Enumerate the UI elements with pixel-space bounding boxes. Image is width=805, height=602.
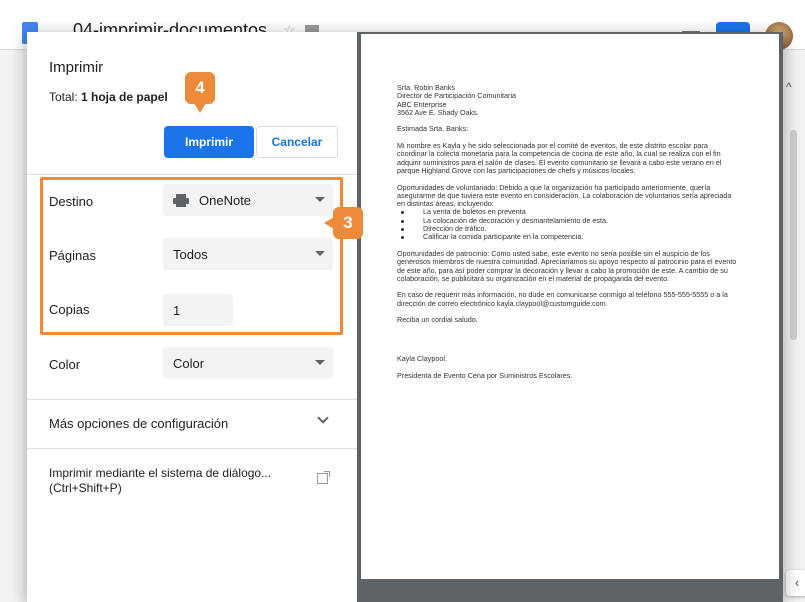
paragraph: En caso de requerir más información, no … xyxy=(397,290,728,308)
side-panel-toggle-icon[interactable]: ‹ xyxy=(786,570,805,596)
closing: Reciba un cordial saludo. xyxy=(397,315,478,325)
address-line: 3562 Ave E. Shady Oaks. xyxy=(397,107,479,117)
color-value: Color xyxy=(173,355,205,371)
paragraph: Oportunidades de voluntariado: Debido a … xyxy=(397,182,732,209)
total-label: Total: xyxy=(49,90,82,104)
letter-content: Srta. Robin Banks Director de Participac… xyxy=(397,83,737,380)
system-dialog-link[interactable]: Imprimir mediante el sistema de diálogo.… xyxy=(49,466,289,496)
color-label: Color xyxy=(49,357,81,372)
print-settings-panel: Imprimir Total: 1 hoja de papel Imprimir… xyxy=(27,32,357,602)
chevron-up-icon[interactable]: ^ xyxy=(786,80,792,94)
paragraph: Oportunidades de patrocinio: Como usted … xyxy=(397,248,737,283)
print-button[interactable]: Imprimir xyxy=(164,126,254,158)
divider xyxy=(27,174,357,175)
open-external-icon[interactable] xyxy=(317,471,330,484)
recipient-address: Srta. Robin Banks Director de Participac… xyxy=(397,83,737,117)
divider xyxy=(27,448,357,449)
scrollbar[interactable] xyxy=(790,130,797,340)
cancel-button[interactable]: Cancelar xyxy=(256,126,338,158)
caret-down-icon xyxy=(315,360,325,365)
signature: Kayla Claypool. xyxy=(397,353,447,363)
chevron-down-icon[interactable] xyxy=(317,412,329,424)
signer-role: Presidenta de Evento Cena por Suministro… xyxy=(397,370,573,380)
callout-step-4: 4 xyxy=(185,72,215,113)
color-select[interactable]: Color xyxy=(163,347,333,379)
paragraph: Mi nombre es Kayla y he sido seleccionad… xyxy=(397,141,722,175)
print-preview-area: Srta. Robin Banks Director de Participac… xyxy=(357,32,783,602)
total-value: 1 hoja de papel xyxy=(81,90,168,104)
total-sheets: Total: 1 hoja de papel xyxy=(49,90,168,104)
greeting: Estimada Srta. Banks: xyxy=(397,124,469,134)
more-settings-toggle[interactable]: Más opciones de configuración xyxy=(49,416,228,431)
callout-highlight-box xyxy=(40,177,343,335)
divider xyxy=(27,399,357,400)
preview-page: Srta. Robin Banks Director de Participac… xyxy=(361,34,779,579)
list-item: Calificar la comida participante en la c… xyxy=(397,233,737,241)
print-dialog: Imprimir Total: 1 hoja de papel Imprimir… xyxy=(27,32,783,602)
dialog-title: Imprimir xyxy=(49,59,104,76)
bullet-list: La venta de boletos en preventa La coloc… xyxy=(397,208,737,241)
callout-step-3: 3 xyxy=(324,207,363,239)
